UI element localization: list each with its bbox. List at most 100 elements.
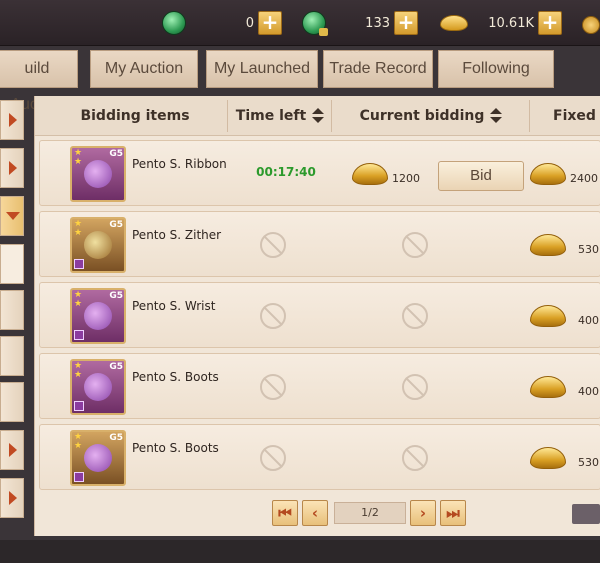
fixed-price: 400 [578,385,599,398]
column-label: Current bidding [359,108,485,124]
sort-time-left-button[interactable]: Time left [229,100,331,132]
star-icon: ★ ★ [74,290,83,309]
category-expand-button[interactable] [0,430,24,470]
auction-list-panel: Bidding items Time left Current bidding … [34,96,600,536]
gold-ingot-icon [440,15,468,31]
unavailable-icon [402,303,428,329]
fixed-price: 530 [578,243,599,256]
column-bidding-items: Bidding items [45,100,225,132]
subcategory-item[interactable] [0,336,24,376]
boots-icon [84,373,112,401]
page-indicator: 1/2 [334,502,406,524]
item-icon-frame[interactable]: ★ ★ G5 [70,359,126,415]
category-expand-button[interactable] [0,478,24,518]
bound-jade-icon [302,11,328,36]
table-row[interactable]: ★ ★ G5 Pento S. Zither 530 [39,211,600,277]
gold-ingot-icon [352,163,388,185]
action-button[interactable] [572,504,600,524]
fixed-price: 530 [578,456,599,469]
grade-badge: G5 [109,291,123,301]
grade-badge: G5 [109,433,123,443]
subcategory-item[interactable] [0,244,24,284]
subcategory-item[interactable] [0,290,24,330]
grade-badge: G5 [109,149,123,159]
unavailable-icon [260,445,286,471]
category-collapse-button[interactable] [0,196,24,236]
tab-following[interactable]: Following [438,50,554,88]
grade-badge: G5 [109,362,123,372]
add-gold-button[interactable]: + [538,11,562,35]
gold-value: 10.61K [488,15,534,31]
column-label: Fixed [553,108,596,124]
item-name: Pento S. Boots [132,370,219,384]
column-label: Bidding items [80,108,190,124]
gold-ingot-icon [530,163,566,185]
divider [227,100,228,132]
unavailable-icon [402,374,428,400]
unavailable-icon [260,303,286,329]
gold-ingot-icon [530,447,566,469]
category-expand-button[interactable] [0,100,24,140]
time-left: 00:17:40 [256,165,316,179]
gold-ingot-icon [530,305,566,327]
category-sidebar [0,96,24,536]
add-bound-jade-button[interactable]: + [394,11,418,35]
prev-page-button[interactable]: ‹ [302,500,328,526]
unavailable-icon [402,445,428,471]
wrist-guard-icon [84,302,112,330]
item-icon-frame[interactable]: ★ ★ G5 [70,288,126,344]
table-row[interactable]: ★ ★ G5 Pento S. Boots 400 [39,353,600,419]
auction-tabs: uild Auction My Auction My Launched Trad… [0,50,600,113]
ribbon-icon [84,160,112,188]
gold-ingot-icon [530,376,566,398]
next-page-button[interactable]: › [410,500,436,526]
add-jade-button[interactable]: + [258,11,282,35]
bottom-frame [0,540,600,563]
sort-current-bidding-button[interactable]: Current bidding [333,100,529,132]
jade-value: 0 [245,15,254,31]
table-row[interactable]: ★ ★ G5 Pento S. Boots 530 [39,424,600,490]
fixed-price: 400 [578,314,599,327]
sort-icon [490,108,503,124]
table-row[interactable]: ★ ★ G5 Pento S. Wrist 400 [39,282,600,348]
boots-icon [84,444,112,472]
category-expand-button[interactable] [0,148,24,188]
item-name: Pento S. Boots [132,441,219,455]
table-row[interactable]: ★ ★ G5 Pento S. Ribbon 00:17:40 1200 Bid … [39,140,600,206]
first-page-button[interactable]: ⏮ [272,500,298,526]
tab-trade-record[interactable]: Trade Record [323,50,433,88]
subcategory-item[interactable] [0,382,24,422]
unavailable-icon [402,232,428,258]
resource-bar: 0 + 133 + 10.61K + [0,0,600,46]
divider [331,100,332,132]
bound-icon [74,472,84,482]
coin-icon [582,16,600,34]
table-header: Bidding items Time left Current bidding … [35,96,600,136]
star-icon: ★ ★ [74,148,83,167]
unavailable-icon [260,232,286,258]
item-name: Pento S. Wrist [132,299,216,313]
bound-jade-resource: 133 + [302,11,418,36]
current-bid-price: 1200 [392,172,420,185]
star-icon: ★ ★ [74,219,83,238]
unavailable-icon [260,374,286,400]
jade-icon [162,11,186,35]
star-icon: ★ ★ [74,361,83,380]
bound-icon [74,259,84,269]
item-icon-frame[interactable]: ★ ★ G5 [70,146,126,202]
tab-my-launched[interactable]: My Launched [206,50,318,88]
bid-button[interactable]: Bid [438,161,524,191]
tab-guild-auction[interactable]: uild Auction [0,50,78,113]
item-name: Pento S. Zither [132,228,222,242]
jade-resource: 0 + [162,11,282,35]
item-name: Pento S. Ribbon [132,157,227,171]
last-page-button[interactable]: ⏭ [440,500,466,526]
item-icon-frame[interactable]: ★ ★ G5 [70,430,126,486]
divider [529,100,530,132]
column-fixed-price: Fixed [531,100,600,132]
item-icon-frame[interactable]: ★ ★ G5 [70,217,126,273]
bound-icon [74,330,84,340]
gold-ingot-icon [530,234,566,256]
tab-my-auction[interactable]: My Auction [90,50,198,88]
bound-jade-value: 133 [365,15,390,31]
